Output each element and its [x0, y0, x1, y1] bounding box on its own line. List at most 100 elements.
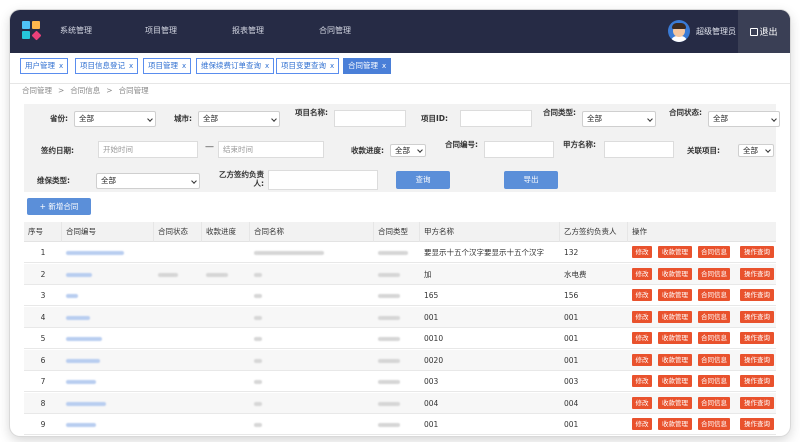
payment-manage-button[interactable]: 收款管理 — [658, 246, 692, 258]
cell-contract-name — [250, 307, 374, 328]
cell-seq: 7 — [40, 377, 46, 386]
user-menu[interactable]: 超级管理员 — [668, 20, 736, 42]
cell-contract-no-link[interactable] — [62, 350, 154, 371]
payment-manage-button[interactable]: 收款管理 — [658, 332, 692, 344]
city-select[interactable]: 全部 — [198, 111, 280, 127]
col-contract-name: 合同名称 — [250, 222, 374, 242]
project-name-input[interactable] — [334, 110, 406, 127]
tab-close-icon[interactable]: x — [182, 62, 186, 70]
tab-project-registration[interactable]: 项目信息登记 x — [75, 58, 139, 74]
breadcrumb-item[interactable]: 合同信息 — [70, 86, 100, 95]
province-select[interactable]: 全部 — [74, 111, 156, 127]
nav-project-management[interactable]: 项目管理 — [145, 25, 177, 36]
payment-manage-button[interactable]: 收款管理 — [658, 289, 692, 301]
cell-payment — [202, 393, 250, 414]
add-contract-button[interactable]: + 新增合同 — [27, 198, 91, 215]
payment-manage-button[interactable]: 收款管理 — [658, 396, 692, 409]
table-row: 10修改收款管理合同信息操作查询 — [24, 435, 776, 437]
cell-contract-no-link[interactable] — [62, 264, 154, 285]
tab-close-icon[interactable]: x — [330, 62, 334, 70]
province-label: 省份: — [50, 114, 68, 123]
operation-query-button[interactable]: 操作查询 — [740, 332, 774, 344]
edit-button[interactable]: 修改 — [632, 246, 652, 258]
payment-manage-button[interactable]: 收款管理 — [658, 310, 692, 323]
payment-manage-button[interactable]: 收款管理 — [658, 375, 692, 387]
edit-button[interactable]: 修改 — [632, 353, 652, 366]
contract-info-button[interactable]: 合同信息 — [698, 353, 730, 366]
contract-type-select[interactable]: 全部 — [582, 111, 656, 127]
contract-info-button[interactable]: 合同信息 — [698, 310, 730, 323]
nav-report-management[interactable]: 报表管理 — [232, 25, 264, 36]
contract-info-button[interactable]: 合同信息 — [698, 396, 730, 409]
logout-button[interactable]: 退出 — [738, 10, 790, 53]
payment-manage-button[interactable]: 收款管理 — [658, 353, 692, 366]
contract-info-button[interactable]: 合同信息 — [698, 246, 730, 258]
payment-manage-button[interactable]: 收款管理 — [658, 267, 692, 280]
operation-query-button[interactable]: 操作查询 — [740, 353, 774, 366]
cell-contract-no-link[interactable] — [62, 393, 154, 414]
contract-info-button[interactable]: 合同信息 — [698, 418, 730, 430]
tab-project-change-query[interactable]: 项目变更查询 x — [276, 58, 340, 74]
nav-contract-management[interactable]: 合同管理 — [319, 25, 351, 36]
app-window: 系统管理 项目管理 报表管理 合同管理 超级管理员 退出 用户管理 x 项目信息登… — [10, 10, 790, 436]
tab-contract-management[interactable]: 合同管理 x — [343, 58, 392, 74]
contract-status-select[interactable]: 全部 — [708, 111, 780, 127]
avatar — [668, 20, 690, 42]
cell-party-a: 004 — [424, 398, 439, 408]
party-a-name-label: 甲方名称: — [563, 140, 596, 149]
edit-button[interactable]: 修改 — [632, 267, 652, 280]
cell-contract-no-link[interactable] — [62, 328, 154, 349]
operation-query-button[interactable]: 操作查询 — [740, 267, 774, 280]
contract-info-button[interactable]: 合同信息 — [698, 289, 730, 301]
operation-query-button[interactable]: 操作查询 — [740, 310, 774, 323]
col-status: 合同状态 — [154, 222, 202, 242]
tab-close-icon[interactable]: x — [265, 62, 269, 70]
tab-user-management[interactable]: 用户管理 x — [20, 58, 69, 74]
city-label: 城市: — [174, 114, 192, 123]
edit-button[interactable]: 修改 — [632, 310, 652, 323]
tab-maintenance-renewal-query[interactable]: 维保续费订单查询 x — [196, 58, 275, 74]
related-project-select[interactable]: 全部 — [738, 144, 774, 157]
query-button[interactable]: 查询 — [396, 171, 450, 189]
operation-query-button[interactable]: 操作查询 — [740, 418, 774, 430]
maintenance-type-select[interactable]: 全部 — [96, 173, 200, 189]
edit-button[interactable]: 修改 — [632, 289, 652, 301]
payment-manage-button[interactable]: 收款管理 — [658, 418, 692, 430]
edit-button[interactable]: 修改 — [632, 396, 652, 409]
operation-query-button[interactable]: 操作查询 — [740, 246, 774, 258]
party-b-person-input[interactable] — [268, 170, 378, 190]
filter-panel: 省份: 全部 城市: 全部 项目名称: 项目ID: 合同类型: 全部 合同状态:… — [24, 104, 780, 192]
export-button[interactable]: 导出 — [504, 171, 558, 189]
contract-info-button[interactable]: 合同信息 — [698, 332, 730, 344]
cell-party-a: 001 — [424, 312, 439, 322]
edit-button[interactable]: 修改 — [632, 332, 652, 344]
contract-info-button[interactable]: 合同信息 — [698, 267, 730, 280]
tab-close-icon[interactable]: x — [382, 62, 386, 70]
tab-close-icon[interactable]: x — [129, 62, 133, 70]
nav-system-management[interactable]: 系统管理 — [60, 25, 92, 36]
cell-payment — [202, 436, 250, 437]
cell-party-b-owner: 001 — [564, 312, 579, 322]
cell-contract-no-link[interactable] — [62, 307, 154, 328]
cell-contract-no-link[interactable] — [62, 285, 154, 306]
project-id-input[interactable] — [460, 110, 532, 127]
party-a-name-input[interactable] — [604, 141, 674, 158]
edit-button[interactable]: 修改 — [632, 375, 652, 387]
contract-info-button[interactable]: 合同信息 — [698, 375, 730, 387]
operation-query-button[interactable]: 操作查询 — [740, 396, 774, 409]
tab-project-management[interactable]: 项目管理 x — [143, 58, 192, 74]
cell-contract-no-link[interactable] — [62, 242, 154, 263]
tab-close-icon[interactable]: x — [59, 62, 63, 70]
breadcrumb-item[interactable]: 合同管理 — [22, 86, 52, 95]
cell-contract-name — [250, 414, 374, 435]
edit-button[interactable]: 修改 — [632, 418, 652, 430]
payment-progress-select[interactable]: 全部 — [390, 144, 426, 157]
sign-date-start-input[interactable]: 开始时间 — [98, 141, 198, 158]
sign-date-end-input[interactable]: 结束时间 — [218, 141, 324, 158]
operation-query-button[interactable]: 操作查询 — [740, 375, 774, 387]
cell-contract-no-link[interactable] — [62, 414, 154, 435]
cell-contract-no-link[interactable] — [62, 371, 154, 392]
cell-contract-no-link[interactable] — [62, 436, 154, 437]
contract-no-input[interactable] — [484, 141, 554, 158]
operation-query-button[interactable]: 操作查询 — [740, 289, 774, 301]
